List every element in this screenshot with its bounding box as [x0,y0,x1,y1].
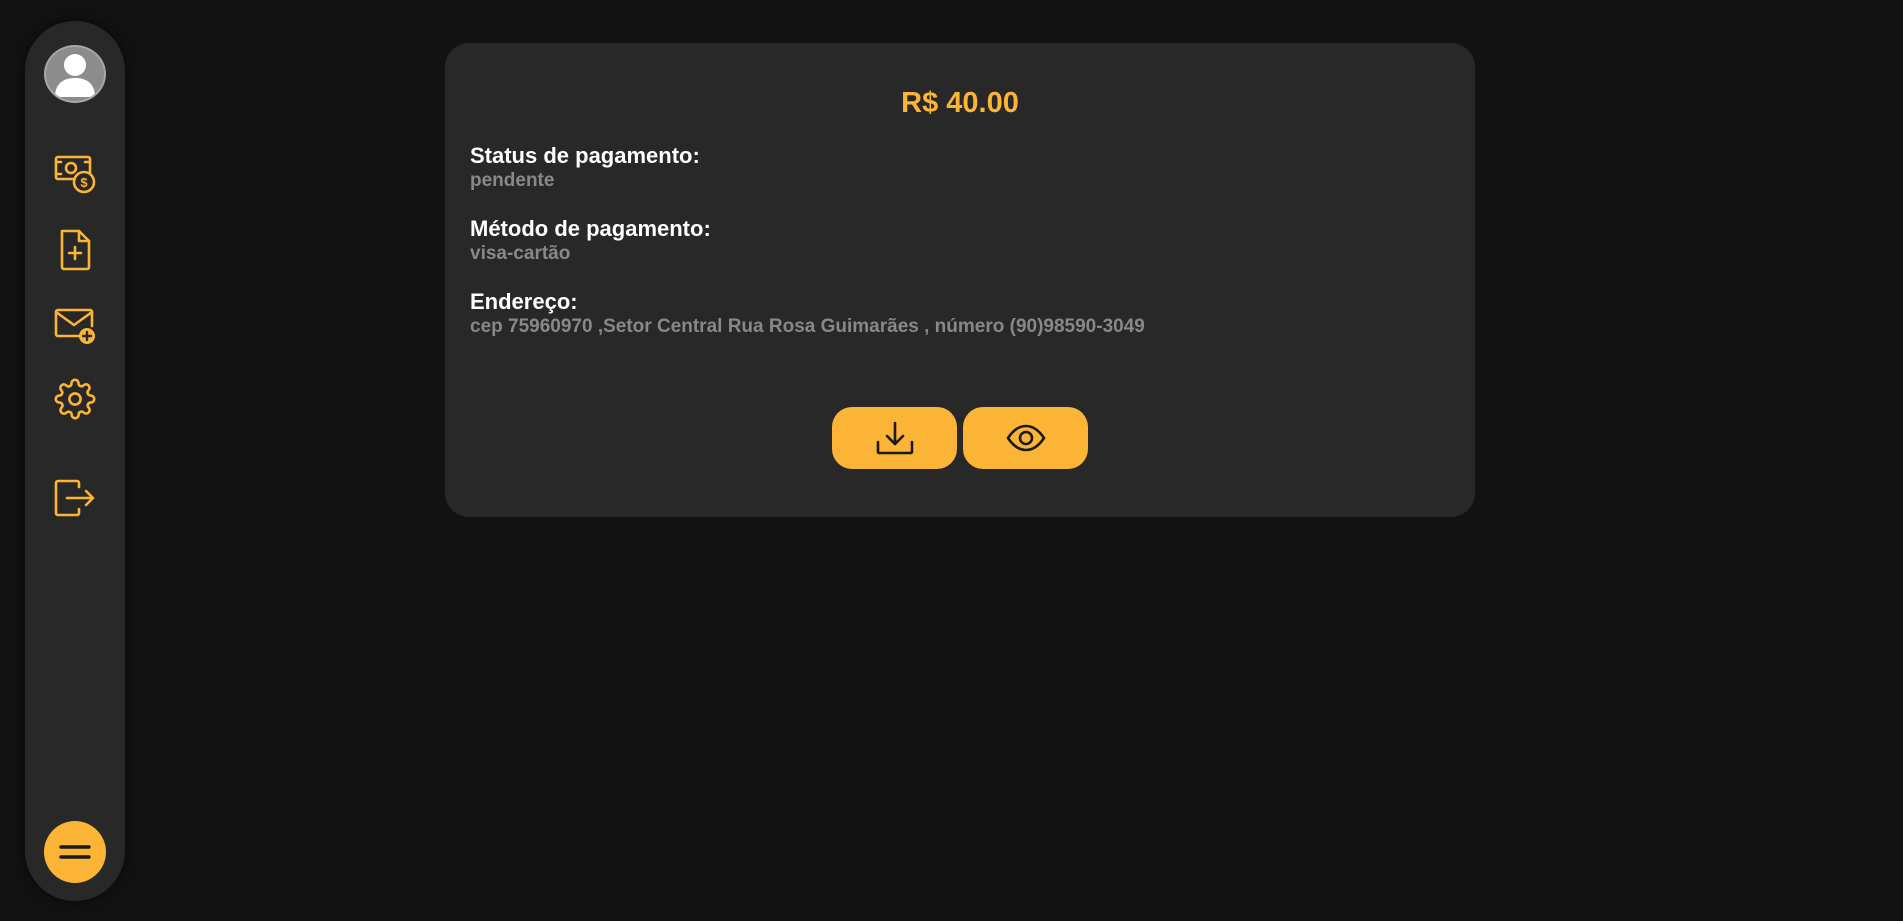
menu-toggle-button[interactable] [44,821,106,883]
payment-amount: R$ 40.00 [901,87,1019,119]
method-value: visa-cartão [470,243,571,264]
logout-icon [54,479,95,517]
user-silhouette-icon [55,54,95,97]
view-button[interactable] [963,407,1088,469]
address-value: cep 75960970 ,Setor Central Rua Rosa Gui… [470,316,1145,337]
money-coin-icon: $ [54,155,96,194]
status-label: Status de pagamento: [470,143,700,168]
nav-payments[interactable]: $ [51,149,99,197]
payment-card: R$ 40.00 Status de pagamento: pendente M… [445,43,1475,517]
status-value: pendente [470,170,555,191]
gear-icon [54,378,96,420]
eye-icon [1006,424,1045,452]
user-avatar[interactable] [44,45,106,103]
method-label: Método de pagamento: [470,216,711,241]
status-field: Status de pagamento: pendente [470,143,700,193]
file-plus-icon [60,229,91,271]
sidebar: $ [25,21,125,901]
address-field: Endereço: cep 75960970 ,Setor Central Ru… [470,289,1145,339]
mail-plus-icon [54,308,95,344]
hamburger-icon [59,845,91,859]
method-field: Método de pagamento: visa-cartão [470,216,711,266]
download-button[interactable] [832,407,957,469]
address-label: Endereço: [470,289,578,314]
download-icon [876,421,913,455]
nav-new-message[interactable] [51,301,99,349]
nav-logout[interactable] [51,474,99,522]
nav-settings[interactable] [51,375,99,423]
nav-new-document[interactable] [51,226,99,274]
svg-text:$: $ [80,175,88,190]
